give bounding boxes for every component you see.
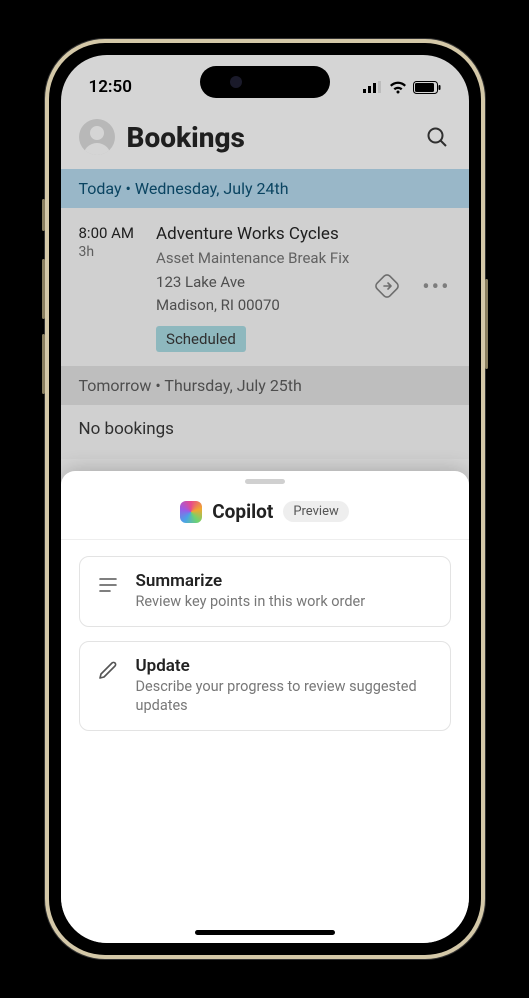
action-desc: Describe your progress to review suggest…	[136, 678, 434, 716]
volume-down-button	[42, 334, 45, 394]
copilot-title: Copilot	[212, 500, 273, 523]
sheet-grabber[interactable]	[245, 479, 285, 484]
volume-up-button	[42, 259, 45, 319]
power-button	[485, 279, 488, 369]
summarize-icon	[96, 573, 120, 597]
copilot-action-summarize[interactable]: Summarize Review key points in this work…	[79, 556, 451, 627]
copilot-icon	[180, 501, 202, 523]
copilot-sheet: Copilot Preview Summarize Review key poi…	[61, 471, 469, 943]
copilot-header: Copilot Preview	[61, 494, 469, 540]
preview-badge: Preview	[283, 501, 348, 522]
action-title: Update	[136, 656, 434, 676]
copilot-action-update[interactable]: Update Describe your progress to review …	[79, 641, 451, 731]
mute-switch	[42, 199, 45, 231]
phone-frame: 12:50 Bookings Today • Wednesday, July 2…	[45, 39, 485, 959]
action-desc: Review key points in this work order	[136, 593, 366, 612]
screen: 12:50 Bookings Today • Wednesday, July 2…	[61, 55, 469, 943]
action-title: Summarize	[136, 571, 366, 591]
pencil-icon	[96, 658, 120, 682]
home-indicator[interactable]	[195, 930, 335, 935]
dynamic-island	[200, 66, 330, 98]
